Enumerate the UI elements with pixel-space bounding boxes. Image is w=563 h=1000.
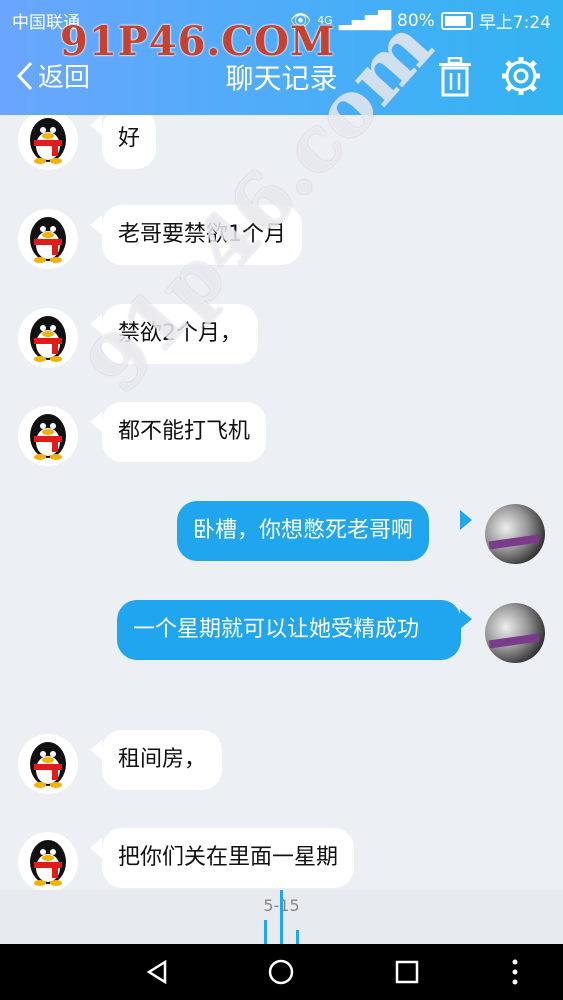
sender-avatar[interactable] [18,734,78,794]
message-bubble[interactable]: 把你们关在里面一星期 [102,828,355,888]
chat-history[interactable]: 好 老哥要禁欲1个月 禁欲2个月， 都不能打飞机 卧槽，你想憋死老哥啊 一个星期… [0,115,563,890]
signal-icon: ▂▄▆█ [338,10,392,31]
sender-avatar[interactable] [18,406,78,466]
message-bubble[interactable]: 租间房， [102,730,223,790]
penguin-avatar-icon [30,840,66,886]
sender-avatar[interactable] [18,115,78,170]
sender-avatar[interactable] [18,209,78,269]
recents-square-icon[interactable] [395,960,419,984]
date-scrubber[interactable]: 5-15 [0,890,563,944]
system-nav-bar [0,944,563,1000]
bubble-tail [90,412,102,432]
bubble-tail [460,609,472,629]
clock: 早上7:24 [478,13,551,33]
penguin-avatar-icon [30,217,66,263]
bubble-tail [90,740,102,760]
my-avatar[interactable] [485,504,545,564]
watermark-logo: 91P46.COM [60,18,336,65]
home-circle-icon[interactable] [268,959,294,985]
penguin-avatar-icon [30,316,66,362]
penguin-avatar-icon [30,118,66,164]
message-bubble[interactable]: 一个星期就可以让她受精成功 [117,600,461,660]
date-tick [296,930,299,944]
date-tick [280,890,283,944]
back-triangle-icon[interactable] [145,960,169,984]
sender-avatar[interactable] [18,832,78,890]
bubble-tail [460,510,472,530]
more-vertical-icon[interactable] [510,958,520,986]
date-tick [264,920,267,944]
bubble-tail [90,215,102,235]
settings-gear-icon[interactable] [500,55,542,97]
message-bubble[interactable]: 好 [102,115,157,169]
my-avatar[interactable] [485,603,545,663]
message-bubble[interactable]: 都不能打飞机 [102,402,267,462]
sender-avatar[interactable] [18,308,78,368]
battery-percent: 80% [397,10,435,31]
bubble-tail [90,115,102,135]
message-bubble[interactable]: 禁欲2个月， [102,304,258,364]
penguin-avatar-icon [30,414,66,460]
bubble-tail [90,314,102,334]
avatar-photo [488,534,540,550]
bubble-tail [90,838,102,858]
trash-icon[interactable] [437,57,473,97]
message-bubble[interactable]: 老哥要禁欲1个月 [102,205,302,265]
message-bubble[interactable]: 卧槽，你想憋死老哥啊 [177,501,430,561]
battery-icon [440,11,473,30]
avatar-photo [488,633,540,649]
penguin-avatar-icon [30,742,66,788]
